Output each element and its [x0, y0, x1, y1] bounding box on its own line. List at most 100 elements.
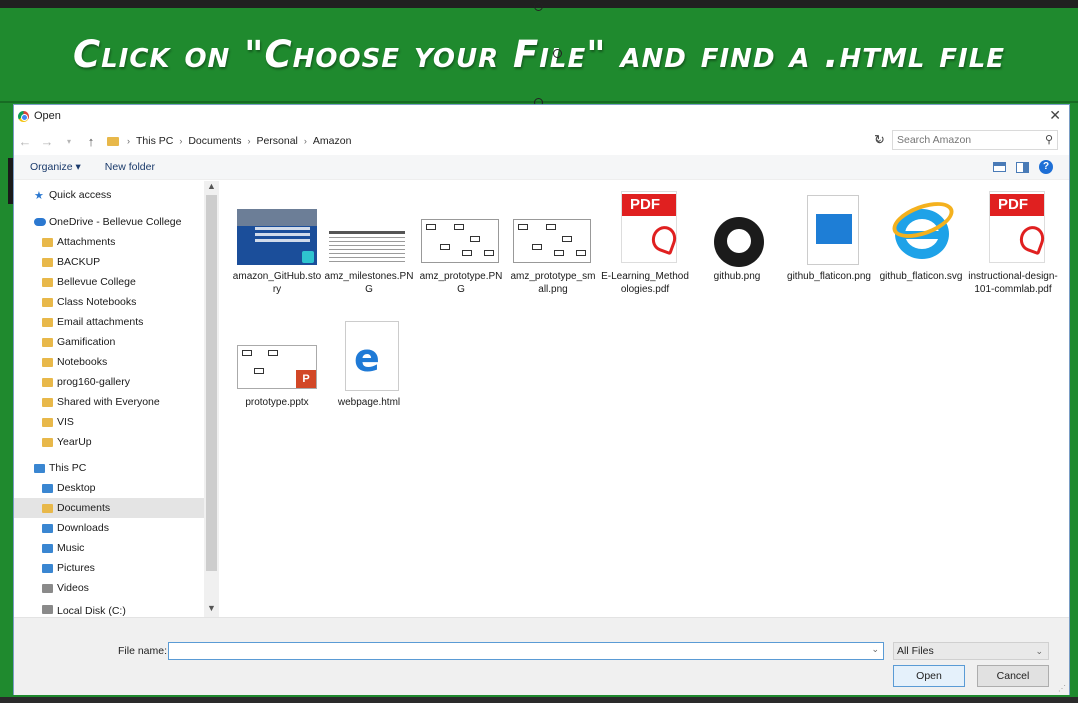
- file-item-webpage-html[interactable]: e webpage.html: [324, 321, 414, 409]
- file-item-instructional-design-pdf[interactable]: PDF instructional-design-101-commlab.pdf: [968, 191, 1058, 296]
- folder-icon: [42, 377, 53, 387]
- navigation-scrollbar[interactable]: ▲ ▼: [204, 181, 219, 617]
- desktop-icon: [42, 483, 53, 493]
- instruction-banner: Click on "Choose your File" and find a .…: [0, 8, 1078, 103]
- dropdown-history-icon[interactable]: ▾: [58, 137, 80, 146]
- new-folder-button[interactable]: New folder: [105, 161, 155, 173]
- open-file-dialog: Open ✕ ← → ▾ ↑ › This PC › Documents › P…: [13, 104, 1070, 695]
- sidebar-item-vis[interactable]: VIS: [14, 412, 204, 432]
- preview-pane-icon[interactable]: [1016, 161, 1029, 173]
- navigation-pane: ★ Quick access OneDrive - Bellevue Colle…: [14, 181, 204, 617]
- close-icon[interactable]: ✕: [1049, 107, 1061, 124]
- file-item-github-png[interactable]: github.png: [692, 205, 782, 283]
- sidebar-item-class-notebooks[interactable]: Class Notebooks: [14, 292, 204, 312]
- file-item-github-flaticon-png[interactable]: github_flaticon.png: [784, 195, 874, 283]
- sidebar-item-label: VIS: [57, 416, 74, 428]
- file-name-field[interactable]: ⌄: [168, 642, 884, 660]
- up-icon[interactable]: ↑: [80, 134, 102, 149]
- sidebar-item-notebooks[interactable]: Notebooks: [14, 352, 204, 372]
- sidebar-item-backup[interactable]: BACKUP: [14, 252, 204, 272]
- resize-handle-middle[interactable]: [553, 49, 562, 58]
- sidebar-item-videos[interactable]: Videos: [14, 578, 204, 598]
- breadcrumb-this-pc[interactable]: This PC: [136, 135, 173, 147]
- sidebar-item-prog160-gallery[interactable]: prog160-gallery: [14, 372, 204, 392]
- scroll-up-icon[interactable]: ▲: [207, 181, 216, 191]
- resize-handle-top[interactable]: [534, 2, 543, 11]
- sidebar-item-this-pc[interactable]: This PC: [14, 458, 204, 478]
- sidebar-item-label: YearUp: [57, 436, 92, 448]
- sidebar-item-label: OneDrive - Bellevue College: [49, 216, 182, 228]
- sidebar-item-label: Shared with Everyone: [57, 396, 160, 408]
- file-name-input[interactable]: [169, 643, 859, 659]
- sidebar-item-label: Downloads: [57, 522, 109, 534]
- wireframe-thumbnail: [421, 205, 501, 267]
- refresh-icon[interactable]: ↻: [874, 132, 885, 148]
- file-type-filter[interactable]: All Files ⌄: [893, 642, 1049, 660]
- search-box[interactable]: ⚲: [892, 130, 1058, 150]
- bottom-edge: [0, 697, 1078, 703]
- sidebar-item-label: BACKUP: [57, 256, 101, 268]
- file-name: webpage.html: [337, 397, 401, 408]
- file-item-amz-prototype-small[interactable]: amz_prototype_small.png: [508, 205, 598, 296]
- star-icon: ★: [34, 189, 44, 202]
- organize-button[interactable]: Organize ▾: [30, 161, 81, 173]
- help-icon[interactable]: ?: [1039, 160, 1053, 174]
- chevron-right-icon[interactable]: ›: [179, 136, 182, 146]
- folder-icon: [42, 357, 53, 367]
- sidebar-item-desktop[interactable]: Desktop: [14, 478, 204, 498]
- edge-icon: e: [329, 321, 409, 393]
- sidebar-item-shared-with-everyone[interactable]: Shared with Everyone: [14, 392, 204, 412]
- sidebar-item-bellevue-college[interactable]: Bellevue College: [14, 272, 204, 292]
- file-item-amz-prototype[interactable]: amz_prototype.PNG: [416, 205, 506, 296]
- sidebar-item-label: prog160-gallery: [57, 376, 130, 388]
- folder-icon: [42, 257, 53, 267]
- sidebar-item-onedrive[interactable]: OneDrive - Bellevue College: [14, 212, 204, 232]
- scroll-down-icon[interactable]: ▼: [207, 603, 216, 613]
- sidebar-item-quick-access[interactable]: ★ Quick access: [14, 185, 204, 205]
- sidebar-item-yearup[interactable]: YearUp: [14, 432, 204, 452]
- sidebar-item-music[interactable]: Music: [14, 538, 204, 558]
- sidebar-item-attachments[interactable]: Attachments: [14, 232, 204, 252]
- sidebar-item-label: Attachments: [57, 236, 116, 248]
- open-button[interactable]: Open: [893, 665, 965, 687]
- breadcrumb-documents[interactable]: Documents: [188, 135, 241, 147]
- navigation-bar: ← → ▾ ↑ › This PC › Documents › Personal…: [14, 129, 1069, 153]
- view-controls: ?: [993, 160, 1053, 174]
- sidebar-item-email-attachments[interactable]: Email attachments: [14, 312, 204, 332]
- sidebar-item-gamification[interactable]: Gamification: [14, 332, 204, 352]
- search-icon[interactable]: ⚲: [1045, 133, 1053, 146]
- file-item-amz-milestones[interactable]: amz_milestones.PNG: [324, 205, 414, 296]
- view-options-icon[interactable]: [993, 162, 1006, 172]
- chevron-right-icon[interactable]: ›: [304, 136, 307, 146]
- chevron-down-icon[interactable]: ⌄: [871, 644, 879, 655]
- file-name: instructional-design-101-commlab.pdf: [968, 271, 1058, 295]
- file-item-prototype-pptx[interactable]: P prototype.pptx: [232, 331, 322, 409]
- sidebar-item-pictures[interactable]: Pictures: [14, 558, 204, 578]
- breadcrumb-amazon[interactable]: Amazon: [313, 135, 352, 147]
- breadcrumb-personal[interactable]: Personal: [256, 135, 297, 147]
- sidebar-item-label: Pictures: [57, 562, 95, 574]
- file-item-amazon-github-story[interactable]: amazon_GitHub.story: [232, 205, 322, 296]
- sidebar-item-downloads[interactable]: Downloads: [14, 518, 204, 538]
- chevron-right-icon[interactable]: ›: [247, 136, 250, 146]
- cancel-button[interactable]: Cancel: [977, 665, 1049, 687]
- pptx-thumbnail: P: [237, 331, 317, 393]
- sidebar-item-label: This PC: [49, 462, 87, 474]
- sidebar-item-documents[interactable]: Documents: [14, 498, 204, 518]
- forward-icon[interactable]: →: [36, 134, 58, 149]
- back-icon[interactable]: ←: [14, 134, 36, 149]
- folder-icon: [42, 417, 53, 427]
- file-item-e-learning-pdf[interactable]: PDF E-Learning_Methodologies.pdf: [600, 191, 690, 296]
- address-bar[interactable]: › This PC › Documents › Personal › Amazo…: [102, 130, 886, 152]
- scrollbar-thumb[interactable]: [206, 195, 217, 571]
- pdf-icon: PDF: [973, 191, 1053, 267]
- file-item-github-flaticon-svg[interactable]: github_flaticon.svg: [876, 194, 966, 283]
- file-type-filter-value: All Files: [897, 645, 934, 657]
- sidebar-item-local-disk[interactable]: Local Disk (C:): [14, 605, 204, 617]
- resize-grip-icon[interactable]: ⋰: [1058, 684, 1066, 693]
- file-name: prototype.pptx: [245, 397, 309, 408]
- chevron-right-icon[interactable]: ›: [127, 136, 130, 146]
- search-input[interactable]: [897, 134, 1037, 146]
- chevron-down-icon[interactable]: ⌄: [1035, 643, 1043, 659]
- command-bar: Organize ▾ New folder ?: [14, 155, 1069, 180]
